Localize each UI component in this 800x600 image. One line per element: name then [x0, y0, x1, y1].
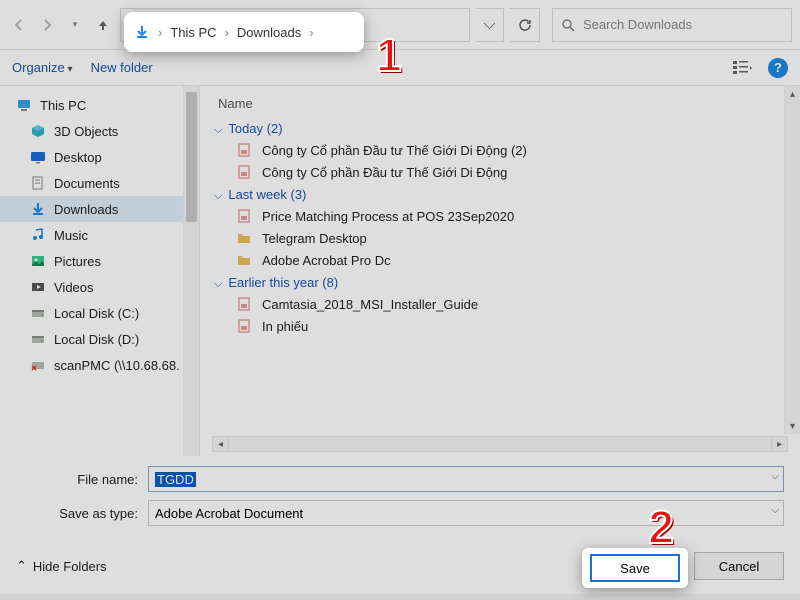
folder-icon — [236, 252, 252, 268]
cancel-button[interactable]: Cancel — [694, 552, 784, 580]
highlight-save: Save — [582, 548, 688, 588]
view-options-button[interactable] — [732, 58, 754, 78]
highlight-breadcrumb: › This PC › Downloads › — [124, 12, 364, 52]
file-group-header[interactable]: Last week (3) — [200, 183, 800, 205]
file-item[interactable]: Adobe Acrobat Pro Dc — [200, 249, 800, 271]
chevron-down-icon[interactable]: ⌵ — [771, 505, 779, 516]
address-dropdown[interactable]: ⌵ — [476, 8, 504, 42]
pc-icon — [16, 97, 32, 113]
file-item[interactable]: Công ty Cổ phần Đầu tư Thế Giới Di Động — [200, 161, 800, 183]
sidebar-item-music[interactable]: Music — [0, 222, 199, 248]
sidebar-scrollbar[interactable] — [183, 86, 199, 456]
pic-icon — [30, 253, 46, 269]
pdf-icon — [236, 142, 252, 158]
help-button[interactable]: ? — [768, 58, 788, 78]
filelist-vscrollbar[interactable]: ▴ ▾ — [784, 86, 800, 434]
sidebar-item-desktop[interactable]: Desktop — [0, 144, 199, 170]
down-icon — [30, 201, 46, 217]
file-item[interactable]: Camtasia_2018_MSI_Installer_Guide — [200, 293, 800, 315]
sidebar-item-local-disk-d[interactable]: Local Disk (D:) — [0, 326, 199, 352]
doc-icon — [30, 175, 46, 191]
file-item[interactable]: Telegram Desktop — [200, 227, 800, 249]
saveastype-value: Adobe Acrobat Document — [155, 506, 303, 521]
saveastype-label: Save as type: — [16, 506, 148, 521]
sidebar-item-local-disk-c[interactable]: Local Disk (C:) — [0, 300, 199, 326]
chevron-down-icon[interactable]: ⌵ — [771, 471, 779, 482]
hide-folders-toggle[interactable]: ⌃ Hide Folders — [16, 558, 107, 574]
main-area: This PC3D ObjectsDesktopDocumentsDownloa… — [0, 86, 800, 456]
save-form: File name: TGDD ⌵ Save as type: Adobe Ac… — [0, 456, 800, 540]
recent-dropdown[interactable]: ▾ — [64, 14, 86, 36]
navigation-pane: This PC3D ObjectsDesktopDocumentsDownloa… — [0, 86, 200, 456]
search-placeholder: Search Downloads — [583, 17, 692, 32]
folder-icon — [236, 230, 252, 246]
scroll-down-icon[interactable]: ▾ — [785, 418, 800, 434]
file-group-header[interactable]: Earlier this year (8) — [200, 271, 800, 293]
callout-2: 2 — [648, 500, 674, 554]
sidebar-item-downloads[interactable]: Downloads — [0, 196, 199, 222]
netdisk-icon — [30, 357, 46, 373]
filelist-hscrollbar[interactable]: ◂ ▸ — [212, 436, 788, 452]
file-item[interactable]: Price Matching Process at POS 23Sep2020 — [200, 205, 800, 227]
sidebar-item-pictures[interactable]: Pictures — [0, 248, 199, 274]
pdf-icon — [236, 318, 252, 334]
callout-1: 1 — [376, 28, 402, 82]
sidebar-item-this-pc[interactable]: This PC — [0, 92, 199, 118]
file-item[interactable]: In phiếu — [200, 315, 800, 337]
filename-label: File name: — [16, 472, 148, 487]
sidebar-item-scanpmc-10-68-68[interactable]: scanPMC (\\10.68.68. — [0, 352, 199, 378]
music-icon — [30, 227, 46, 243]
downloads-icon — [134, 24, 150, 40]
pdf-icon — [236, 208, 252, 224]
save-button-highlight[interactable]: Save — [590, 554, 680, 582]
scroll-up-icon[interactable]: ▴ — [785, 86, 800, 102]
forward-button[interactable] — [36, 14, 58, 36]
pdf-icon — [236, 296, 252, 312]
search-input[interactable]: Search Downloads — [552, 8, 792, 42]
filename-value: TGDD — [155, 472, 196, 487]
chevron-up-icon: ⌃ — [16, 558, 27, 574]
disk-icon — [30, 305, 46, 321]
column-header-name[interactable]: Name — [200, 86, 800, 117]
refresh-button[interactable] — [510, 8, 540, 42]
sidebar-item-videos[interactable]: Videos — [0, 274, 199, 300]
file-item[interactable]: Công ty Cổ phần Đầu tư Thế Giới Di Động … — [200, 139, 800, 161]
desktop-icon — [30, 149, 46, 165]
cube-icon — [30, 123, 46, 139]
sidebar-item-documents[interactable]: Documents — [0, 170, 199, 196]
file-list: Name Today (2)Công ty Cổ phần Đầu tư Thế… — [200, 86, 800, 456]
scroll-left-icon[interactable]: ◂ — [213, 437, 229, 451]
disk-icon — [30, 331, 46, 347]
filename-input[interactable]: TGDD ⌵ — [148, 466, 784, 492]
file-group-header[interactable]: Today (2) — [200, 117, 800, 139]
back-button[interactable] — [8, 14, 30, 36]
saveastype-select[interactable]: Adobe Acrobat Document ⌵ — [148, 500, 784, 526]
sidebar-item-3d-objects[interactable]: 3D Objects — [0, 118, 199, 144]
scroll-right-icon[interactable]: ▸ — [771, 437, 787, 451]
up-button[interactable] — [92, 14, 114, 36]
new-folder-button[interactable]: New folder — [91, 60, 153, 75]
organize-menu[interactable]: Organize — [12, 60, 73, 75]
search-icon — [561, 18, 575, 32]
video-icon — [30, 279, 46, 295]
pdf-icon — [236, 164, 252, 180]
